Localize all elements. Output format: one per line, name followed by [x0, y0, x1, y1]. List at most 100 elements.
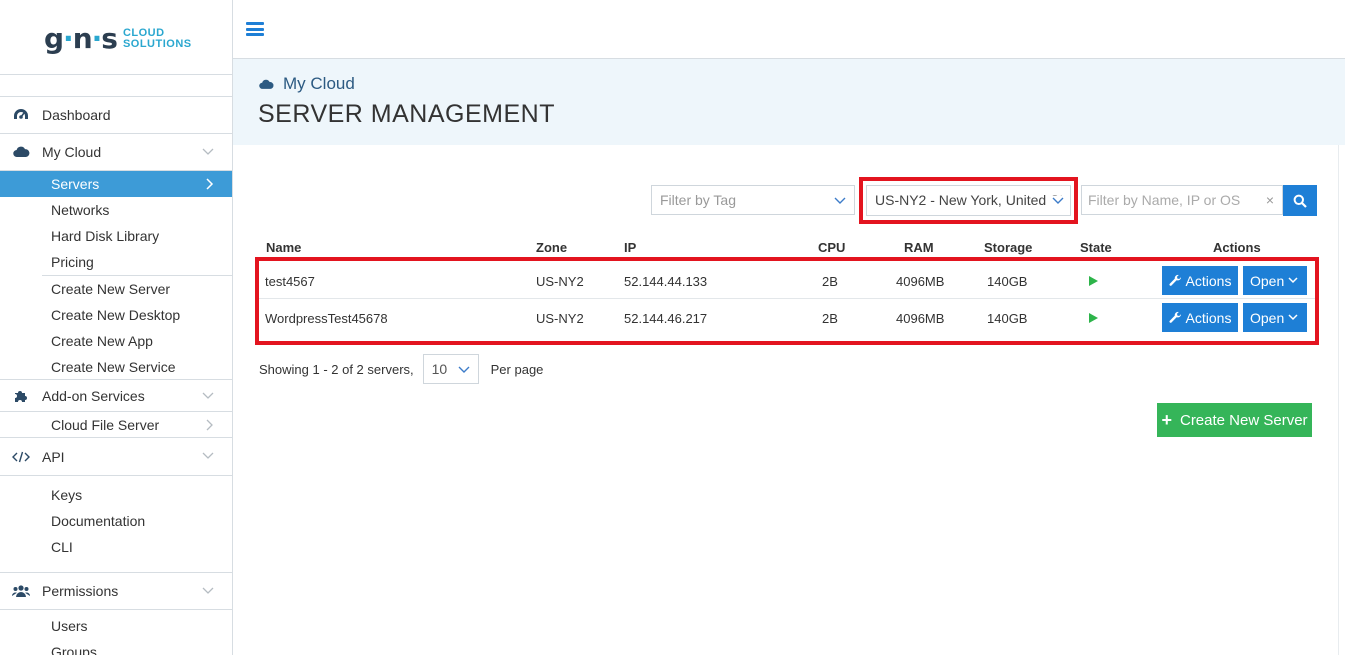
- create-button-label: Create New Server: [1179, 411, 1308, 429]
- sidebar-item-keys[interactable]: Keys: [0, 482, 232, 508]
- sidebar-item-label: Hard Disk Library: [51, 228, 160, 244]
- page-title: SERVER MANAGEMENT: [258, 100, 555, 128]
- server-cpu: 2B: [822, 274, 838, 289]
- column-header-zone[interactable]: Zone: [536, 240, 567, 255]
- sidebar-item-label: Permissions: [42, 583, 119, 599]
- sidebar-item-create-new-desktop[interactable]: Create New Desktop: [0, 302, 232, 328]
- zone-select-value: US-NY2 - New York, United St: [875, 192, 1064, 208]
- sidebar-item-users[interactable]: Users: [0, 613, 232, 639]
- open-dropdown-button[interactable]: Open: [1243, 266, 1307, 295]
- sidebar-item-api[interactable]: API: [0, 438, 232, 476]
- server-ram: 4096MB: [896, 274, 945, 289]
- top-bar: [233, 0, 1345, 59]
- sidebar-item-create-new-app[interactable]: Create New App: [0, 328, 232, 354]
- filter-by-tag-select[interactable]: Filter by Tag: [651, 185, 855, 215]
- sidebar-item-label: Create New Service: [51, 358, 176, 375]
- chevron-down-icon: [202, 452, 214, 459]
- wrench-icon: [1169, 311, 1181, 323]
- sidebar-item-label: Keys: [51, 487, 83, 503]
- logo[interactable]: g·n·s CLOUD SOLUTIONS: [44, 22, 192, 55]
- filter-tag-placeholder: Filter by Tag: [660, 192, 736, 208]
- logo-area: g·n·s CLOUD SOLUTIONS: [0, 0, 232, 75]
- actions-button[interactable]: Actions: [1162, 303, 1238, 332]
- server-ip: 52.144.44.133: [624, 274, 708, 289]
- server-name[interactable]: WordpressTest45678: [265, 311, 388, 326]
- sidebar-item-my-cloud[interactable]: My Cloud: [0, 134, 232, 171]
- column-header-cpu[interactable]: CPU: [818, 240, 845, 255]
- breadcrumb[interactable]: My Cloud: [259, 74, 355, 94]
- column-header-storage[interactable]: Storage: [984, 240, 1032, 255]
- open-button-label: Open: [1250, 272, 1285, 289]
- chevron-down-icon: [1288, 277, 1298, 284]
- divider: [1338, 145, 1339, 655]
- sidebar-item-label: Groups: [51, 644, 97, 655]
- server-zone: US-NY2: [536, 311, 584, 326]
- column-header-actions: Actions: [1213, 240, 1261, 255]
- actions-button[interactable]: Actions: [1162, 266, 1238, 295]
- sidebar-item-label: CLI: [51, 539, 73, 555]
- sidebar-item-create-new-service[interactable]: Create New Service: [0, 354, 232, 380]
- actions-button-label: Actions: [1185, 309, 1232, 326]
- sidebar-item-addon-services[interactable]: Add-on Services: [0, 380, 232, 412]
- chevron-down-icon: [202, 587, 214, 594]
- column-header-name[interactable]: Name: [266, 240, 301, 255]
- users-icon: [0, 584, 42, 598]
- sidebar-item-documentation[interactable]: Documentation: [0, 508, 232, 534]
- sidebar-item-label: Documentation: [51, 513, 146, 529]
- sidebar-item-servers[interactable]: Servers: [0, 171, 232, 197]
- hamburger-menu-icon[interactable]: [246, 22, 264, 36]
- sidebar-item-label: Cloud File Server: [51, 416, 160, 433]
- sidebar-item-networks[interactable]: Networks: [0, 197, 232, 223]
- actions-button-label: Actions: [1185, 272, 1232, 289]
- sidebar-item-create-new-server[interactable]: Create New Server: [0, 276, 232, 302]
- plus-icon: +: [1161, 410, 1172, 430]
- zone-highlight: US-NY2 - New York, United St: [859, 177, 1078, 224]
- table-row[interactable]: test4567 US-NY2 52.144.44.133 2B 4096MB …: [259, 263, 1315, 299]
- column-header-ip[interactable]: IP: [624, 240, 636, 255]
- sidebar-item-label: Networks: [51, 202, 110, 218]
- clear-icon[interactable]: ×: [1266, 192, 1274, 208]
- server-zone: US-NY2: [536, 274, 584, 289]
- column-header-state[interactable]: State: [1080, 240, 1112, 255]
- sidebar-item-hard-disk-library[interactable]: Hard Disk Library: [0, 223, 232, 249]
- open-button-label: Open: [1250, 309, 1285, 326]
- sidebar-spacer: [0, 560, 232, 573]
- page-header: My Cloud SERVER MANAGEMENT: [233, 59, 1345, 145]
- sidebar-item-label: Create New Server: [51, 281, 171, 297]
- sidebar-item-cloud-file-server[interactable]: Cloud File Server: [0, 412, 232, 438]
- sidebar-item-cli[interactable]: CLI: [0, 534, 232, 560]
- column-header-ram[interactable]: RAM: [904, 240, 934, 255]
- search-input[interactable]: Filter by Name, IP or OS ×: [1081, 185, 1283, 215]
- zone-select[interactable]: US-NY2 - New York, United St: [866, 185, 1071, 216]
- search-button[interactable]: [1283, 185, 1317, 216]
- search-placeholder: Filter by Name, IP or OS: [1088, 192, 1241, 208]
- chevron-right-icon: [206, 178, 214, 190]
- create-new-server-button[interactable]: + Create New Server: [1157, 403, 1312, 437]
- chevron-right-icon: [206, 419, 213, 431]
- wrench-icon: [1169, 274, 1181, 286]
- sidebar-item-label: Create New App: [51, 333, 153, 349]
- chevron-down-icon: [202, 148, 214, 155]
- logo-mark: g·n·s: [44, 22, 118, 55]
- cloud-icon: [259, 79, 274, 89]
- table-row[interactable]: WordpressTest45678 US-NY2 52.144.46.217 …: [259, 300, 1315, 336]
- per-page-value: 10: [431, 361, 448, 377]
- code-icon: [0, 451, 42, 463]
- server-cpu: 2B: [822, 311, 838, 326]
- showing-count: Showing 1 - 2 of 2 servers,: [259, 361, 414, 377]
- sidebar-item-dashboard[interactable]: Dashboard: [0, 97, 232, 134]
- chevron-down-icon: [834, 197, 846, 204]
- chevron-down-icon: [458, 366, 470, 373]
- sidebar-item-label: Dashboard: [42, 107, 111, 123]
- sidebar-item-groups[interactable]: Groups: [0, 639, 232, 655]
- sidebar-item-pricing[interactable]: Pricing: [0, 249, 232, 275]
- running-state-icon: [1089, 276, 1098, 286]
- running-state-icon: [1089, 313, 1098, 323]
- server-name[interactable]: test4567: [265, 274, 315, 289]
- sidebar-item-permissions[interactable]: Permissions: [0, 573, 232, 610]
- sidebar-item-label: Add-on Services: [42, 387, 145, 404]
- table-header: Name Zone IP CPU RAM Storage State Actio…: [257, 238, 1317, 256]
- open-dropdown-button[interactable]: Open: [1243, 303, 1307, 332]
- per-page-select[interactable]: 10: [422, 354, 479, 384]
- cloud-icon: [0, 146, 42, 158]
